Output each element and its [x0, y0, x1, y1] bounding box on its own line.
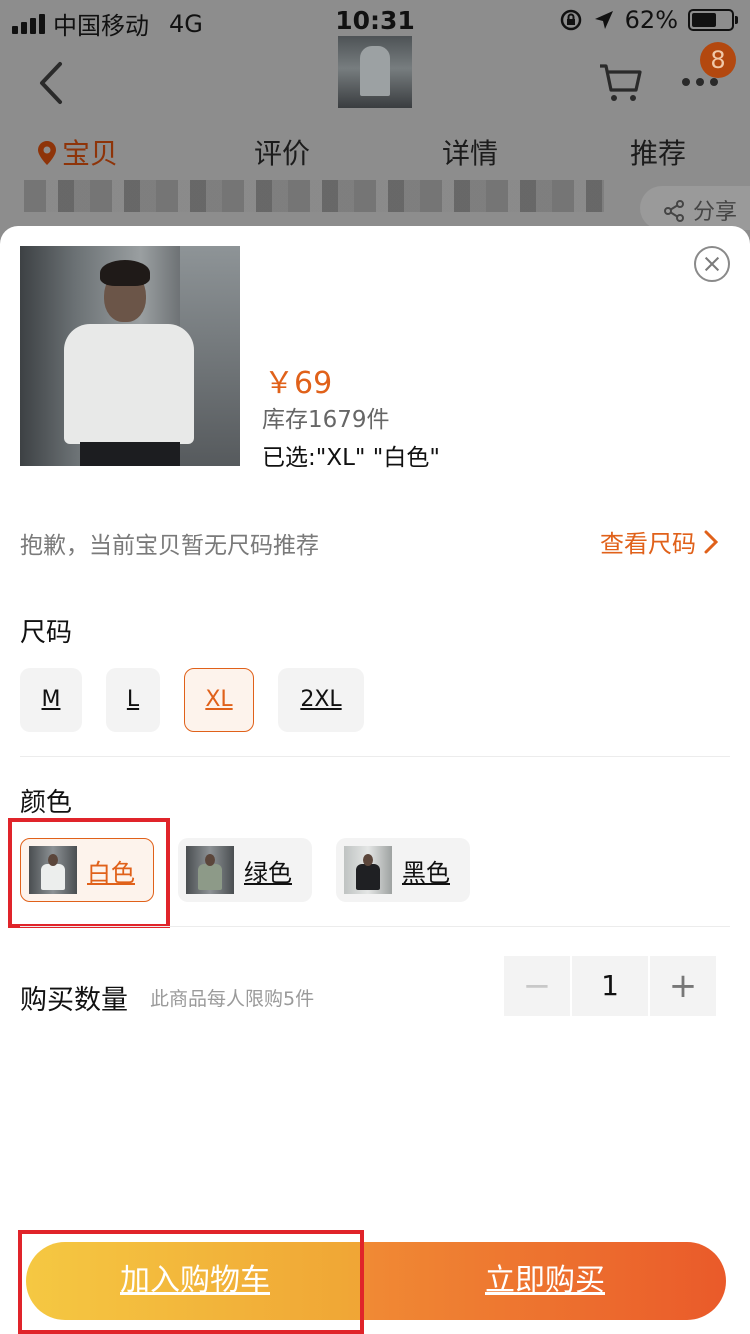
screen: 中国移动 4G 10:31 62% 8 宝贝 评价 详情 推荐 分享 ￥69 库…: [0, 0, 750, 1334]
quantity-limit-note: 此商品每人限购5件: [150, 988, 315, 1010]
share-button[interactable]: 分享: [640, 186, 750, 230]
size-option-l[interactable]: L: [106, 668, 160, 732]
quantity-decrease-button[interactable]: −: [504, 956, 570, 1016]
tab-details[interactable]: 详情: [442, 132, 498, 172]
battery-icon: [688, 9, 738, 31]
tab-reviews[interactable]: 评价: [254, 132, 310, 172]
sku-sheet: ￥69 库存1679件 已选:"XL" "白色" 抱歉，当前宝贝暂无尺码推荐 查…: [0, 226, 750, 1334]
size-option-xl[interactable]: XL: [184, 668, 254, 732]
location-icon: [594, 11, 613, 29]
color-section-title: 颜色: [20, 788, 73, 818]
quantity-increase-button[interactable]: +: [650, 956, 716, 1016]
buy-now-button[interactable]: 立即购买: [364, 1242, 726, 1320]
size-section-title: 尺码: [20, 618, 73, 648]
page-tabs: 宝贝 评价 详情 推荐: [0, 126, 750, 178]
color-label: 黑色: [402, 858, 450, 887]
tab-baobei[interactable]: 宝贝: [38, 132, 118, 172]
size-option-2xl[interactable]: 2XL: [278, 668, 364, 732]
divider: [20, 756, 730, 757]
product-image[interactable]: [20, 246, 240, 466]
size-recommendation-hint: 抱歉，当前宝贝暂无尺码推荐: [20, 533, 319, 559]
color-label: 绿色: [244, 858, 292, 887]
price: ￥69: [264, 366, 333, 401]
battery-percent: 62%: [624, 6, 678, 34]
close-icon[interactable]: [694, 246, 730, 282]
stock-count: 库存1679件: [262, 407, 390, 433]
color-option-green[interactable]: 绿色: [178, 838, 312, 902]
header-product-thumbnail[interactable]: [338, 36, 412, 108]
size-chart-label: 查看尺码: [600, 530, 696, 558]
cart-badge: 8: [700, 42, 736, 78]
quantity-stepper: − 1 +: [504, 956, 716, 1016]
quantity-value[interactable]: 1: [572, 956, 648, 1016]
size-chart-link[interactable]: 查看尺码: [600, 524, 718, 559]
tab-recommend[interactable]: 推荐: [630, 132, 686, 172]
rotation-lock-icon: [560, 9, 581, 31]
blurred-product-title: [24, 180, 604, 212]
status-bar: 中国移动 4G 10:31 62%: [0, 0, 750, 40]
highlight-box-cart: [18, 1230, 364, 1334]
share-icon: [664, 200, 684, 222]
color-option-black[interactable]: 黑色: [336, 838, 470, 902]
color-swatch-black: [344, 846, 392, 894]
highlight-box-color: [8, 818, 170, 928]
share-label: 分享: [693, 200, 738, 225]
back-arrow-icon[interactable]: [32, 60, 72, 106]
size-option-m[interactable]: M: [20, 668, 82, 732]
cart-icon[interactable]: [596, 58, 644, 106]
chevron-right-icon: [704, 530, 718, 553]
quantity-label: 购买数量: [20, 985, 128, 1016]
selected-spec: 已选:"XL" "白色": [262, 445, 440, 471]
color-swatch-green: [186, 846, 234, 894]
location-pin-icon: [38, 139, 56, 165]
divider: [20, 926, 730, 927]
tab-label: 宝贝: [62, 137, 119, 170]
